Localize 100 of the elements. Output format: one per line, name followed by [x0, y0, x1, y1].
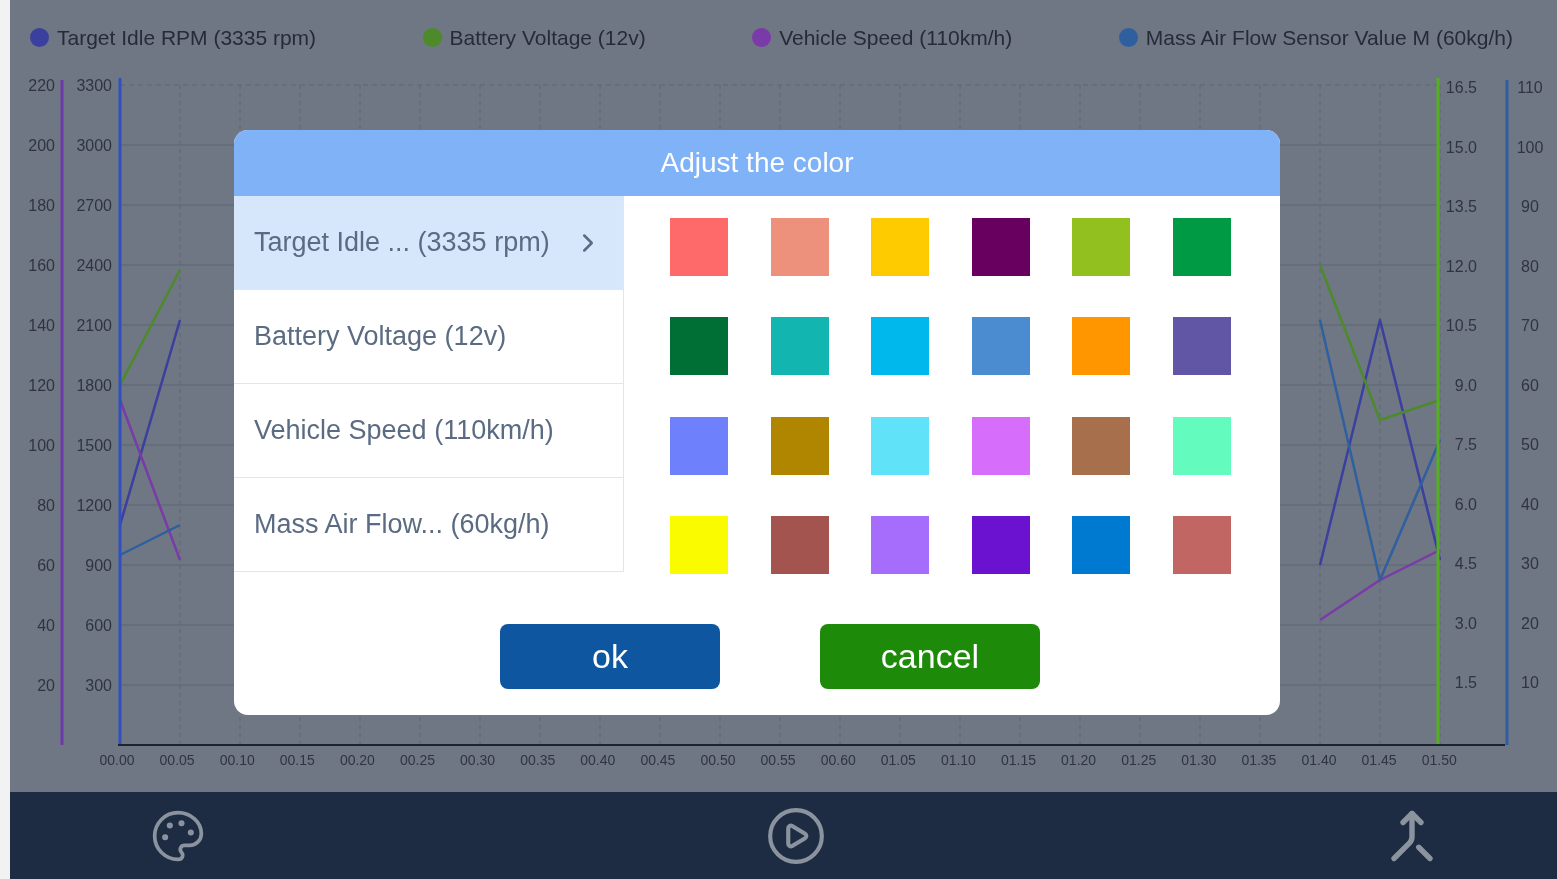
axis-label: 140: [28, 317, 55, 334]
dialog-title: Adjust the color: [234, 130, 1280, 196]
axis-label: 00.55: [760, 752, 796, 768]
axis-label: 4.5: [1454, 555, 1477, 572]
axis-label: 50: [1521, 436, 1539, 453]
axis-label: 00.50: [700, 752, 736, 768]
color-swatch[interactable]: [670, 515, 728, 574]
axis-label: 01.50: [1421, 752, 1457, 768]
legend-label: Target Idle RPM (3335 rpm): [57, 25, 317, 50]
color-swatch[interactable]: [1072, 416, 1130, 475]
axis-label: 900: [85, 557, 112, 574]
axis-label: 00.00: [99, 752, 135, 768]
series-item[interactable]: Target Idle ... (3335 rpm): [234, 196, 624, 290]
cancel-button[interactable]: cancel: [820, 624, 1040, 689]
axis-label: 00.20: [339, 752, 375, 768]
series-label: Battery Voltage (12v): [254, 321, 507, 352]
axis-label: 12.0: [1445, 257, 1477, 275]
color-swatch[interactable]: [770, 416, 829, 475]
legend-label: Vehicle Speed (110km/h): [779, 25, 1013, 50]
axis-label: 40: [1521, 495, 1539, 513]
axis-label: 01.30: [1181, 752, 1217, 768]
axis-label: 1200: [76, 497, 112, 514]
color-swatch[interactable]: [670, 218, 728, 276]
color-swatch[interactable]: [971, 515, 1030, 574]
axis-label: 2100: [76, 317, 112, 334]
axis-label: 01.25: [1121, 752, 1157, 768]
axis-label: 600: [85, 617, 112, 634]
color-swatch[interactable]: [1172, 515, 1231, 574]
axis-label: 220: [28, 77, 55, 94]
series-label: Target Idle ... (3335 rpm): [254, 227, 550, 258]
axis-label: 80: [1521, 257, 1539, 275]
axis-label: 30: [1521, 555, 1539, 572]
axis-label: 00.30: [460, 752, 496, 768]
axis-label: 01.40: [1301, 752, 1337, 768]
color-swatch[interactable]: [971, 218, 1030, 276]
axis-label: 01.10: [940, 752, 976, 768]
series-item[interactable]: Mass Air Flow... (60kg/h): [234, 478, 624, 572]
axis-label: 01.20: [1061, 752, 1097, 768]
color-swatch[interactable]: [1072, 317, 1130, 376]
axis-label: 00.40: [580, 752, 616, 768]
series-item[interactable]: Battery Voltage (12v): [234, 290, 624, 384]
axis-label: 40: [37, 617, 55, 634]
axis-label: 120: [28, 377, 55, 394]
color-swatch[interactable]: [1172, 416, 1231, 475]
color-swatch[interactable]: [1172, 218, 1231, 276]
series-label: Mass Air Flow... (60kg/h): [254, 509, 550, 540]
axis-label: 1.5: [1454, 674, 1477, 691]
color-swatch[interactable]: [871, 218, 929, 276]
axis-label: 3.0: [1454, 614, 1477, 632]
axis-label: 20: [1521, 614, 1539, 632]
axis-label: 300: [85, 677, 112, 694]
axis-label: 00.35: [520, 752, 556, 768]
axis-label: 00.10: [219, 752, 255, 768]
color-swatch[interactable]: [770, 218, 829, 276]
axis-label: 3000: [76, 137, 112, 154]
axis-label: 70: [1521, 317, 1539, 334]
axis-label: 00.45: [640, 752, 676, 768]
color-swatch[interactable]: [1172, 317, 1231, 376]
color-swatch[interactable]: [971, 416, 1030, 475]
color-swatch[interactable]: [1072, 218, 1130, 276]
axis-label: 160: [28, 257, 55, 274]
axis-label: 2700: [76, 197, 112, 214]
axis-label: 80: [37, 497, 55, 514]
axis-label: 7.5: [1454, 436, 1477, 453]
axis-label: 60: [1521, 376, 1539, 394]
color-swatch[interactable]: [871, 317, 929, 376]
axis-label: 1500: [76, 437, 112, 454]
axis-label: 20: [37, 677, 55, 694]
axis-label: 01.05: [880, 752, 916, 768]
axis-label: 90: [1521, 198, 1539, 215]
legend-label: Mass Air Flow Sensor Value M (60kg/h): [1145, 25, 1513, 50]
color-swatch[interactable]: [971, 317, 1030, 376]
axis-label: 00.25: [400, 752, 435, 768]
ok-button[interactable]: ok: [500, 624, 720, 689]
axis-label: 1800: [76, 377, 112, 394]
axis-label: 10.5: [1445, 317, 1477, 334]
axis-label: 200: [28, 137, 55, 154]
axis-label: 15.0: [1445, 138, 1477, 156]
color-swatch[interactable]: [770, 317, 829, 376]
series-item[interactable]: Vehicle Speed (110km/h): [234, 384, 624, 478]
axis-label: 01.45: [1361, 752, 1397, 768]
color-swatch[interactable]: [670, 317, 728, 376]
axis-label: 3300: [76, 77, 112, 94]
axis-label: 10: [1521, 674, 1539, 691]
axis-label: 9.0: [1454, 376, 1477, 394]
axis-label: 100: [28, 437, 55, 454]
color-swatch[interactable]: [871, 515, 929, 574]
axis-label: 2400: [76, 257, 112, 274]
color-swatch[interactable]: [871, 416, 929, 475]
axis-label: 60: [37, 557, 55, 574]
axis-label: 100: [1516, 138, 1544, 156]
axis-label: 01.15: [1001, 752, 1036, 768]
axis-label: 16.5: [1445, 79, 1477, 96]
axis-label: 00.05: [159, 752, 195, 768]
color-swatch[interactable]: [770, 515, 829, 574]
axis-label: 180: [28, 197, 55, 214]
axis-label: 00.15: [279, 752, 315, 768]
axis-label: 6.0: [1454, 495, 1477, 513]
color-swatch[interactable]: [670, 416, 728, 475]
color-swatch[interactable]: [1072, 515, 1130, 574]
